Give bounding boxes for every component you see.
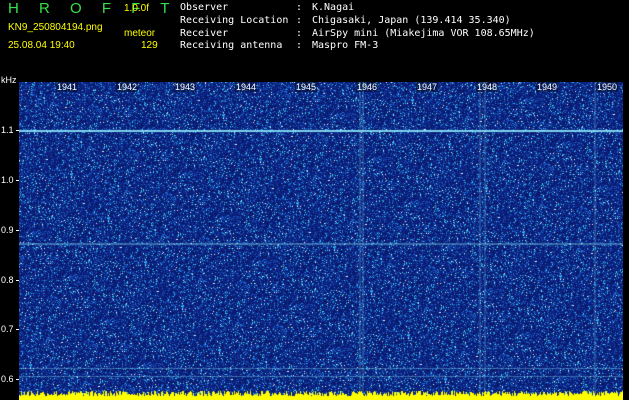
observation-info: Observer: K.Nagai Receiving Location: Chig…: [180, 2, 535, 53]
minute-label-1947: 1947: [416, 82, 439, 92]
info-key: Receiver: [180, 27, 229, 39]
info-colon: :: [296, 27, 303, 39]
minute-label-1945: 1945: [295, 82, 318, 92]
minute-label-1944: 1944: [235, 82, 258, 92]
y-unit-label: kHz: [1, 75, 17, 85]
minute-label-1946: 1946: [356, 82, 379, 92]
info-colon: :: [296, 2, 303, 13]
minute-label-1941: 1941: [56, 82, 79, 92]
minute-label-1943: 1943: [174, 82, 197, 92]
app-name: H R O F F T: [8, 0, 178, 17]
minute-label-1949: 1949: [536, 82, 559, 92]
info-row-observer: Observer: K.Nagai: [180, 2, 535, 15]
y-label-1-1: 1.1: [1, 125, 14, 135]
y-label-0-6: 0.6: [1, 374, 14, 384]
y-label-0-8: 0.8: [1, 275, 14, 285]
info-row-receiver: Receiver: AirSpy mini (Miakejima VOR 108.…: [180, 28, 535, 41]
info-colon: :: [296, 40, 303, 52]
version-label: 1.0.0f: [124, 3, 150, 14]
y-label-0-7: 0.7: [1, 324, 14, 334]
minute-label-1948: 1948: [476, 82, 499, 92]
minute-label-1950: 1950: [596, 82, 619, 92]
info-value: K.Nagai: [312, 2, 355, 13]
mode-label: meteor: [124, 28, 156, 39]
info-key: Receiving Location: [180, 14, 289, 26]
info-key: Observer: [180, 2, 229, 13]
spectrogram-canvas: [19, 82, 623, 400]
info-value: Maspro FM-3: [312, 40, 379, 52]
info-row-antenna: Receiving antenna: Maspro FM-3: [180, 40, 535, 53]
file-name: KN9_250804194.png: [8, 22, 103, 33]
info-colon: :: [296, 14, 303, 26]
count-label: 129: [141, 40, 158, 51]
info-value: AirSpy mini (Miakejima VOR 108.65MHz): [312, 27, 535, 39]
info-key: Receiving antenna: [180, 40, 283, 52]
info-value: Chigasaki, Japan (139.414 35.340): [312, 14, 511, 26]
datetime-label: 25.08.04 19:40: [8, 40, 75, 51]
minute-label-1942: 1942: [116, 82, 139, 92]
info-row-location: Receiving Location: Chigasaki, Japan (139…: [180, 15, 535, 28]
y-label-0-9: 0.9: [1, 225, 14, 235]
header-panel: H R O F F T 1.0.0f KN9_250804194.png met…: [0, 0, 629, 76]
y-label-1-0: 1.0: [1, 175, 14, 185]
